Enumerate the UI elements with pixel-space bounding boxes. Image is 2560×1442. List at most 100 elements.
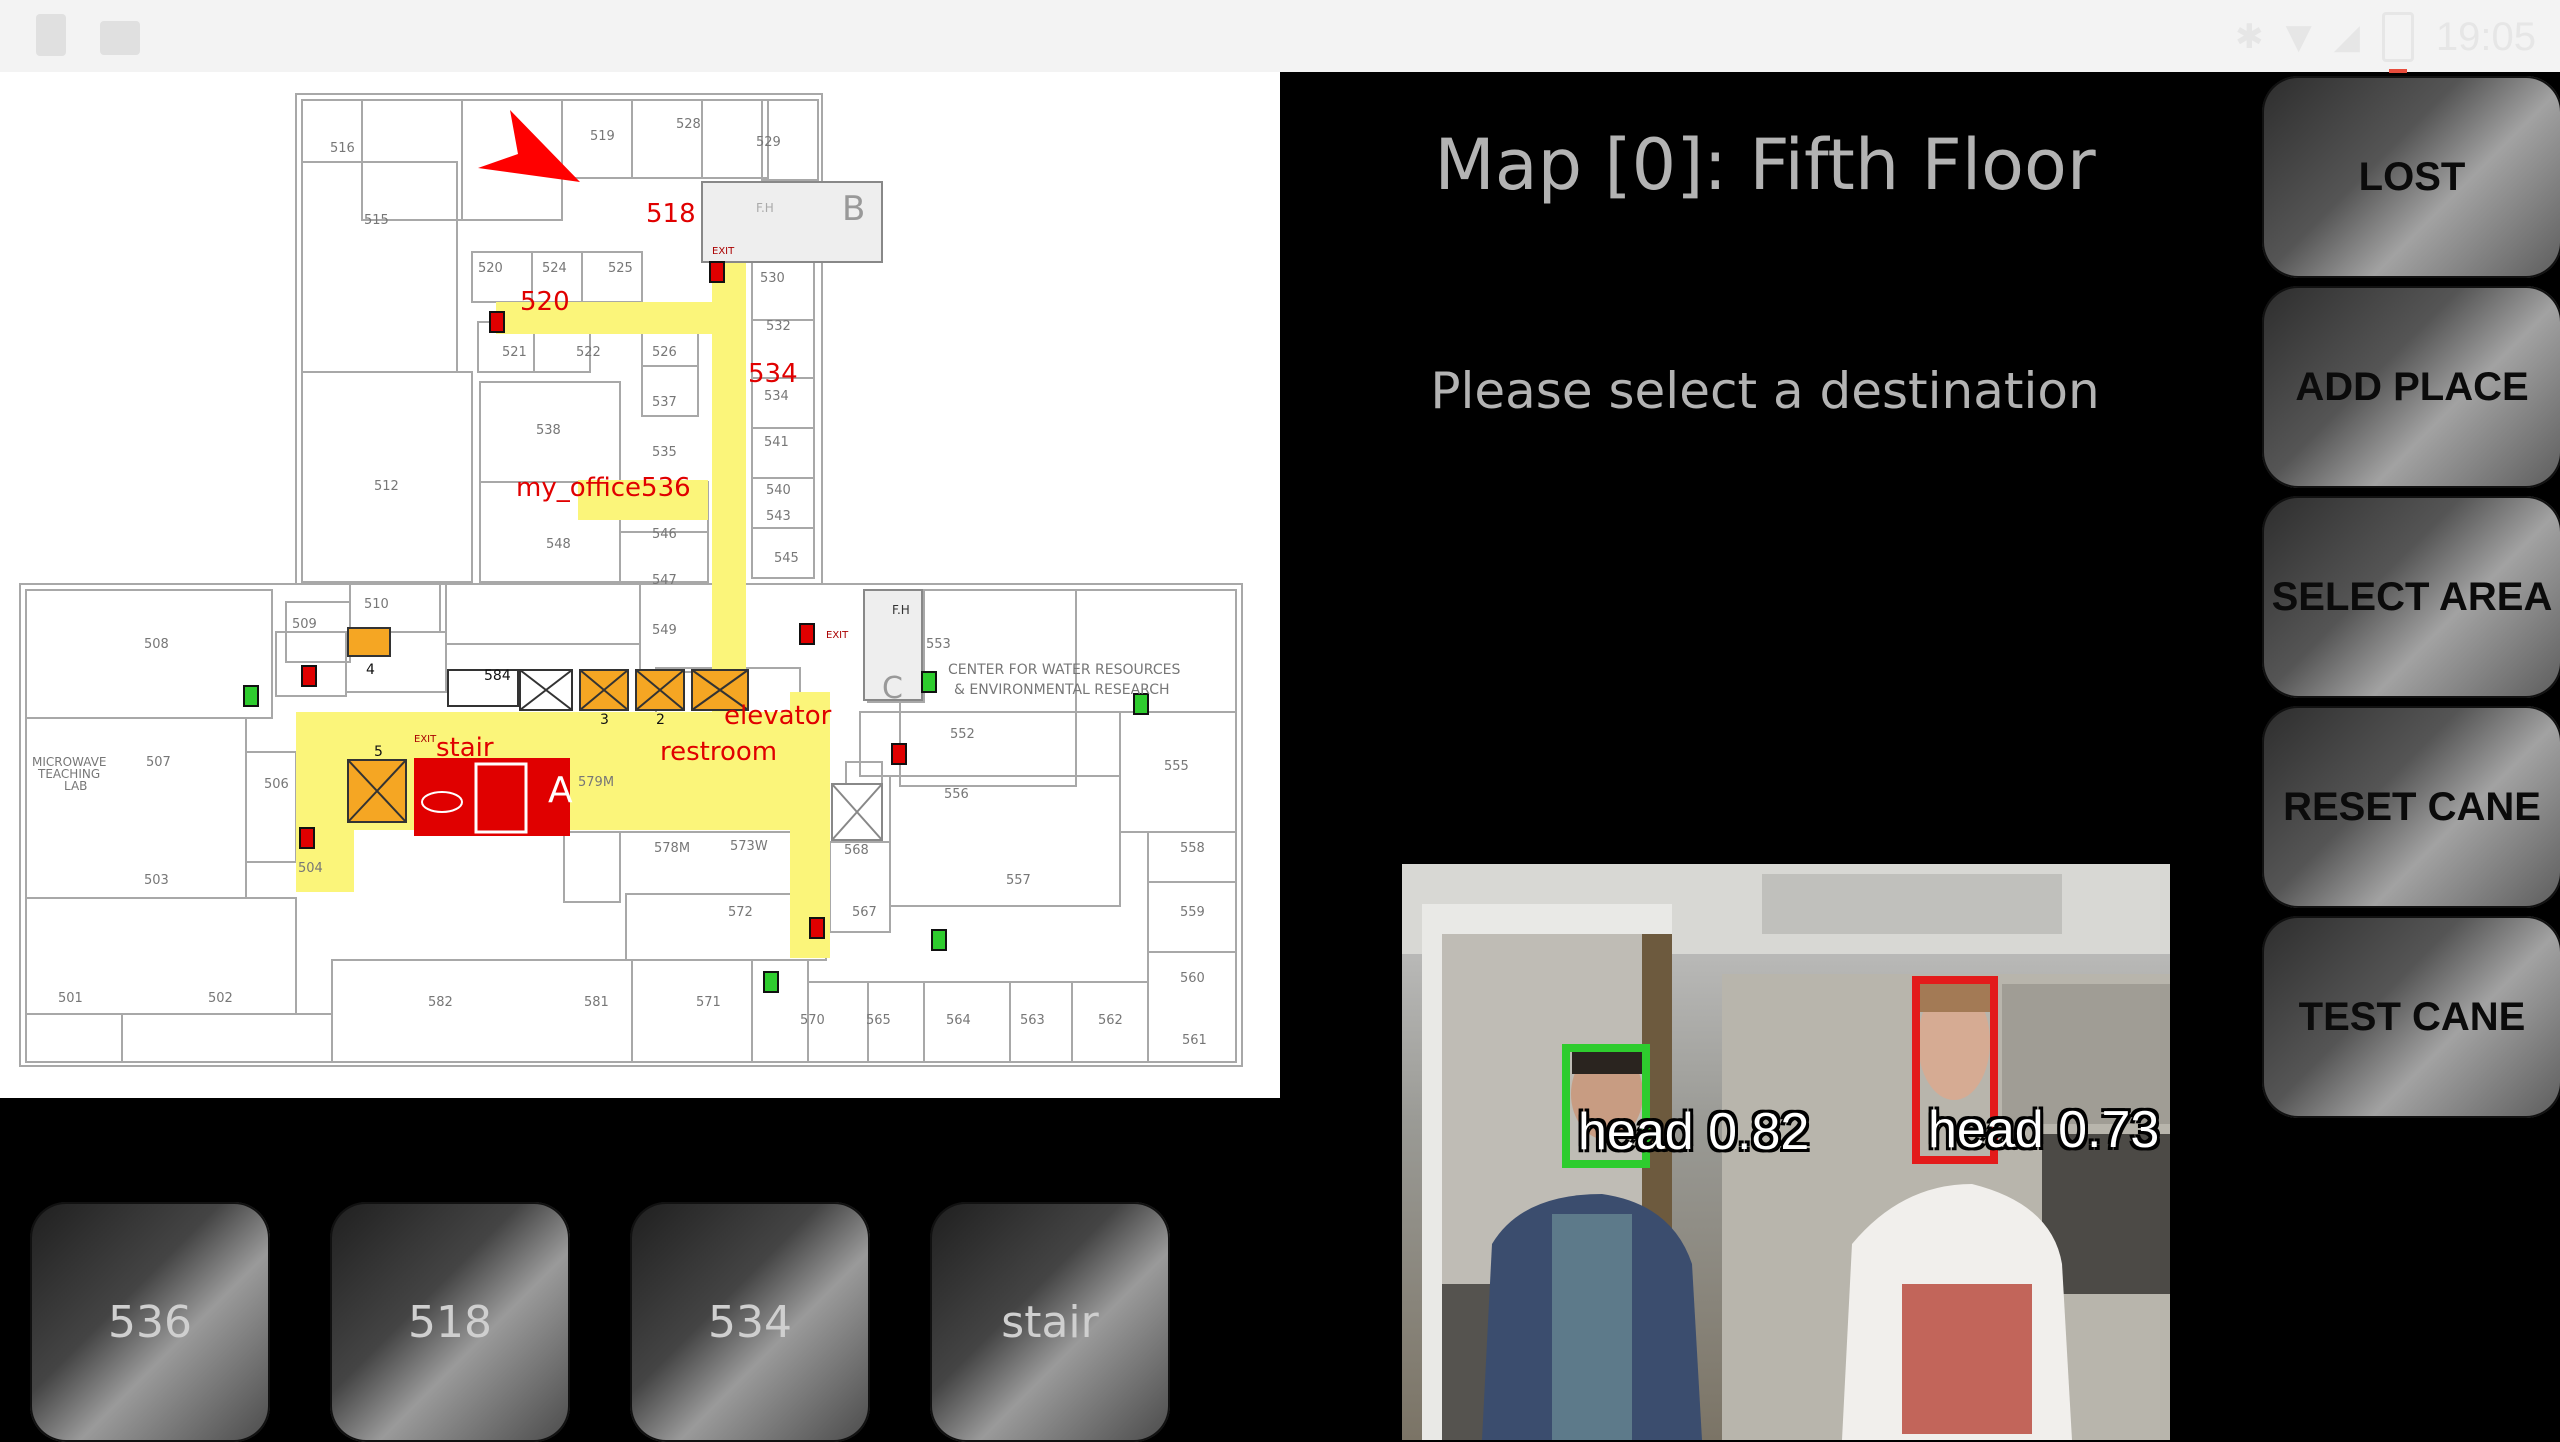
room-label: 548 [546,537,571,552]
room-label: 571 [696,995,721,1010]
restroom-area [414,758,570,836]
stair-a-label: A [548,770,573,811]
user-location-arrow [478,110,580,182]
image-icon [100,21,140,55]
room-label: 549 [652,623,677,638]
map-title: Map [0]: Fifth Floor [1434,124,2096,206]
room-label: F.H [892,603,910,617]
room-label: 565 [866,1013,891,1028]
room-label: 504 [298,861,323,876]
room-label: EXIT [414,734,437,745]
room-label: 561 [1182,1033,1207,1048]
battery-icon [2381,12,2414,73]
room-label: 541 [764,435,789,450]
room-label: 538 [536,423,561,438]
place-label-518: 518 [646,199,696,229]
room-label: CENTER FOR WATER RESOURCES [948,662,1180,678]
room-label: 5 [374,744,383,760]
room-label: 515 [364,213,389,228]
room-label: 524 [542,261,567,276]
room-label: 543 [766,509,791,524]
destination-button-536[interactable]: 536 [30,1202,270,1442]
room-label: 519 [590,129,615,144]
room-label: 563 [1020,1013,1045,1028]
status-bar: ✱ ▼ ◢ 19:05 [0,0,2560,73]
room-label: 579M [578,775,614,790]
reset-cane-button[interactable]: RESET CANE [2262,706,2560,908]
room-label: 553 [926,637,951,652]
room-label: EXIT [826,630,849,641]
destination-button-518[interactable]: 518 [330,1202,570,1442]
room-label: 525 [608,261,633,276]
add-place-button[interactable]: ADD PLACE [2262,286,2560,488]
place-label-534: 534 [748,359,798,389]
room-label: EXIT [712,246,735,257]
room-label: 509 [292,617,317,632]
room-label: 3 [600,712,609,728]
detection-label-red: head 0.73 [1928,1101,2160,1159]
room-label: & ENVIRONMENTAL RESEARCH [954,682,1170,698]
room-label: 534 [764,389,789,404]
room-label: 512 [374,479,399,494]
room-label: 545 [774,551,799,566]
room-label: 560 [1180,971,1205,986]
room-label: 508 [144,637,169,652]
room-label: 572 [728,905,753,920]
room-label: 510 [364,597,389,612]
room-label: 507 [146,755,171,770]
stair-b-label: B [842,189,865,229]
room-label: 540 [766,483,791,498]
destination-prompt: Please select a destination [1430,362,2100,420]
floor-map[interactable]: 516 519 528 529 515 520 524 525 530 532 … [0,72,1280,1098]
room-label: 562 [1098,1013,1123,1028]
place-label-stair: stair [436,733,494,763]
room-label: 516 [330,141,355,156]
bluetooth-icon: ✱ [2235,17,2264,57]
lost-button[interactable]: LOST [2262,76,2560,278]
room-label: 546 [652,527,677,542]
room-label: 547 [652,573,677,588]
room-label: 4 [366,662,375,678]
room-label: 582 [428,995,453,1010]
test-cane-button[interactable]: TEST CANE [2262,916,2560,1118]
room-label: F.H [756,201,774,215]
wifi-icon: ▼ [2285,17,2312,57]
room-label: 503 [144,873,169,888]
room-label: 506 [264,777,289,792]
destination-button-stair[interactable]: stair [930,1202,1170,1442]
room-label: 532 [766,319,791,334]
room-label: 522 [576,345,601,360]
room-label: LAB [64,779,87,793]
room-label: 528 [676,117,701,132]
room-label: 2 [656,712,665,728]
detection-label-green: head 0.82 [1578,1103,1810,1161]
signal-icon: ◢ [2333,17,2360,57]
room-label: 556 [944,787,969,802]
room-label: 568 [844,843,869,858]
room-label: 529 [756,135,781,150]
room-label: 552 [950,727,975,742]
room-label: 521 [502,345,527,360]
room-label: 581 [584,995,609,1010]
room-label: 537 [652,395,677,410]
select-area-button[interactable]: SELECT AREA [2262,496,2560,698]
floor-plan-svg: 516 519 528 529 515 520 524 525 530 532 … [19,93,1243,1067]
place-label-520: 520 [520,287,570,317]
camera-feed: head 0.82 head 0.73 [1402,864,2170,1440]
room-label: 564 [946,1013,971,1028]
room-label: 557 [1006,873,1031,888]
room-label: 570 [800,1013,825,1028]
room-label: 567 [852,905,877,920]
room-label: 520 [478,261,503,276]
place-label-restroom: restroom [660,737,777,767]
place-label-elevator: elevator [724,701,832,731]
place-label-my-office: my_office536 [516,473,691,503]
room-label: 526 [652,345,677,360]
destination-button-534[interactable]: 534 [630,1202,870,1442]
room-label: 573W [730,839,768,854]
room-label: 578M [654,841,690,856]
room-label: 535 [652,445,677,460]
room-label: 584 [484,668,511,684]
sim-card-icon [36,14,66,56]
room-label: 530 [760,271,785,286]
